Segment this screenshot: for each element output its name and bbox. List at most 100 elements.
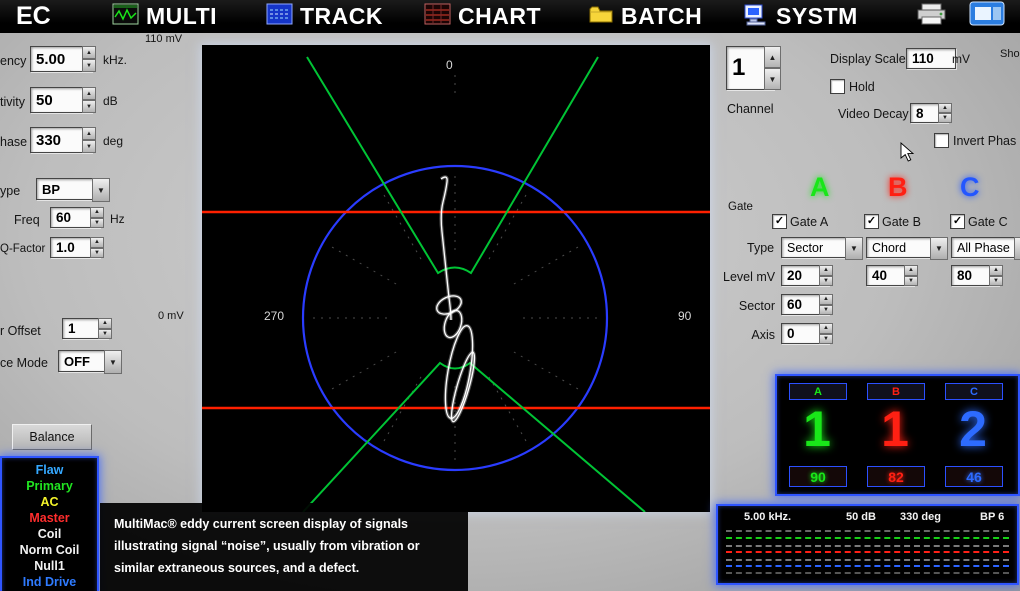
list-item-ac[interactable]: AC (2, 494, 97, 510)
gate-sector-spinner: ▲▼ (819, 294, 833, 315)
list-item-master[interactable]: Master (2, 510, 97, 526)
multi-button-label: MULTI (146, 3, 217, 30)
spin-up-icon[interactable]: ▲ (989, 265, 1003, 276)
spin-down-icon[interactable]: ▼ (90, 248, 104, 259)
gate-c-type-select[interactable]: All Phase (951, 237, 1020, 258)
spin-up-icon[interactable]: ▲ (819, 323, 833, 334)
spin-down-icon[interactable]: ▼ (90, 218, 104, 229)
indicator-c-header: C (945, 383, 1003, 400)
strip-phase-label: 330 deg (900, 511, 941, 523)
app-window-button[interactable] (968, 1, 1008, 32)
signal-trace (434, 177, 479, 423)
strip-trace-green (726, 537, 1009, 539)
spin-down-icon[interactable]: ▼ (989, 276, 1003, 287)
gate-a-checkbox-label: Gate A (790, 215, 828, 229)
strip-trace-red (726, 551, 1009, 553)
top-toolbar: EC MULTI TRACK CHART BATCH (0, 0, 1020, 33)
display-scale-unit: mV (952, 52, 970, 66)
systm-computer-icon (742, 2, 769, 32)
dropdown-arrow-icon[interactable]: ▼ (104, 350, 122, 374)
ec-mode-label: EC (16, 2, 51, 31)
phase-label: hase (0, 135, 27, 149)
print-button[interactable] (916, 1, 947, 32)
gate-indicator-panel: A B C 1 1 2 90 82 46 (775, 374, 1020, 496)
phase-unit: deg (103, 134, 123, 148)
invert-phase-checkbox[interactable] (934, 133, 949, 148)
sensitivity-unit: dB (103, 94, 118, 108)
spin-up-icon[interactable]: ▲ (819, 294, 833, 305)
multi-screen-icon (112, 2, 139, 32)
strip-trace-gray (726, 559, 1009, 561)
spin-up-icon[interactable]: ▲ (90, 237, 104, 248)
sensitivity-label: tivity (0, 95, 25, 109)
list-item-flaw[interactable]: Flaw (2, 462, 97, 478)
filter-freq-unit: Hz (110, 212, 125, 226)
spin-up-icon[interactable]: ▲ (98, 318, 112, 329)
filter-freq-label: Freq (14, 213, 40, 227)
spin-up-icon[interactable]: ▲ (82, 46, 96, 59)
spin-down-icon[interactable]: ▼ (82, 140, 96, 153)
gate-axis-label: Axis (741, 328, 775, 342)
spin-up-icon[interactable]: ▲ (764, 46, 781, 68)
sensitivity-spinner: ▲▼ (82, 87, 96, 113)
gate-b-checkbox-label: Gate B (882, 215, 921, 229)
systm-button[interactable]: SYSTM (742, 1, 858, 32)
polar-plot (202, 45, 710, 512)
gate-group-label: Gate (728, 201, 753, 213)
indicator-b-header: B (867, 383, 925, 400)
list-item-norm-coil[interactable]: Norm Coil (2, 542, 97, 558)
spin-down-icon[interactable]: ▼ (819, 334, 833, 345)
gate-c-checkbox[interactable]: ✓ (950, 214, 965, 229)
spin-up-icon[interactable]: ▲ (82, 87, 96, 100)
gate-c-checkbox-label: Gate C (968, 215, 1008, 229)
spin-down-icon[interactable]: ▼ (904, 276, 918, 287)
gate-b-type-select[interactable]: Chord (866, 237, 940, 258)
gate-a-type-select[interactable]: Sector (781, 237, 855, 258)
list-item-ind-drive[interactable]: Ind Drive (2, 574, 97, 590)
video-decay-label: Video Decay (838, 107, 909, 121)
dropdown-arrow-icon[interactable]: ▼ (1014, 237, 1020, 260)
spin-down-icon[interactable]: ▼ (819, 276, 833, 287)
gate-a-checkbox[interactable]: ✓ (772, 214, 787, 229)
dropdown-arrow-icon[interactable]: ▼ (845, 237, 863, 260)
show-label-truncated: Sho (1000, 48, 1020, 60)
dropdown-arrow-icon[interactable]: ▼ (930, 237, 948, 260)
q-factor-label: Q-Factor (0, 243, 45, 255)
list-item-null1[interactable]: Null1 (2, 558, 97, 574)
spin-down-icon[interactable]: ▼ (938, 113, 952, 123)
batch-button[interactable]: BATCH (588, 1, 702, 32)
offset-spinner: ▲▼ (98, 318, 112, 339)
track-button[interactable]: TRACK (266, 1, 383, 32)
balance-button[interactable]: Balance (12, 424, 92, 450)
spin-down-icon[interactable]: ▼ (82, 100, 96, 113)
scope-display (202, 45, 710, 512)
multi-button[interactable]: MULTI (112, 1, 217, 32)
spin-up-icon[interactable]: ▲ (819, 265, 833, 276)
gate-c-level-spinner: ▲▼ (989, 265, 1003, 286)
display-scale-field[interactable]: 110 (906, 48, 956, 69)
app-window-icon (968, 0, 1008, 33)
checkmark-icon: ✓ (953, 215, 962, 227)
hold-checkbox[interactable] (830, 79, 845, 94)
chart-button[interactable]: CHART (424, 1, 541, 32)
spin-down-icon[interactable]: ▼ (98, 329, 112, 340)
spin-up-icon[interactable]: ▲ (904, 265, 918, 276)
gate-sector-label: Sector (731, 299, 775, 313)
strip-filter-label: BP 6 (980, 511, 1004, 523)
strip-gain-label: 50 dB (846, 511, 876, 523)
spin-down-icon[interactable]: ▼ (819, 305, 833, 316)
list-item-primary[interactable]: Primary (2, 478, 97, 494)
dropdown-arrow-icon[interactable]: ▼ (92, 178, 110, 202)
printer-icon (916, 1, 947, 32)
spin-down-icon[interactable]: ▼ (764, 68, 781, 90)
frequency-unit: kHz. (103, 53, 127, 67)
spin-up-icon[interactable]: ▲ (82, 127, 96, 140)
spin-up-icon[interactable]: ▲ (938, 103, 952, 113)
spin-up-icon[interactable]: ▲ (90, 207, 104, 218)
indicator-c-footer: 46 (945, 466, 1003, 487)
list-item-coil[interactable]: Coil (2, 526, 97, 542)
gate-b-checkbox[interactable]: ✓ (864, 214, 879, 229)
gate-b-letter: B (888, 172, 908, 203)
spin-down-icon[interactable]: ▼ (82, 59, 96, 72)
strip-frequency-label: 5.00 kHz. (744, 511, 791, 523)
